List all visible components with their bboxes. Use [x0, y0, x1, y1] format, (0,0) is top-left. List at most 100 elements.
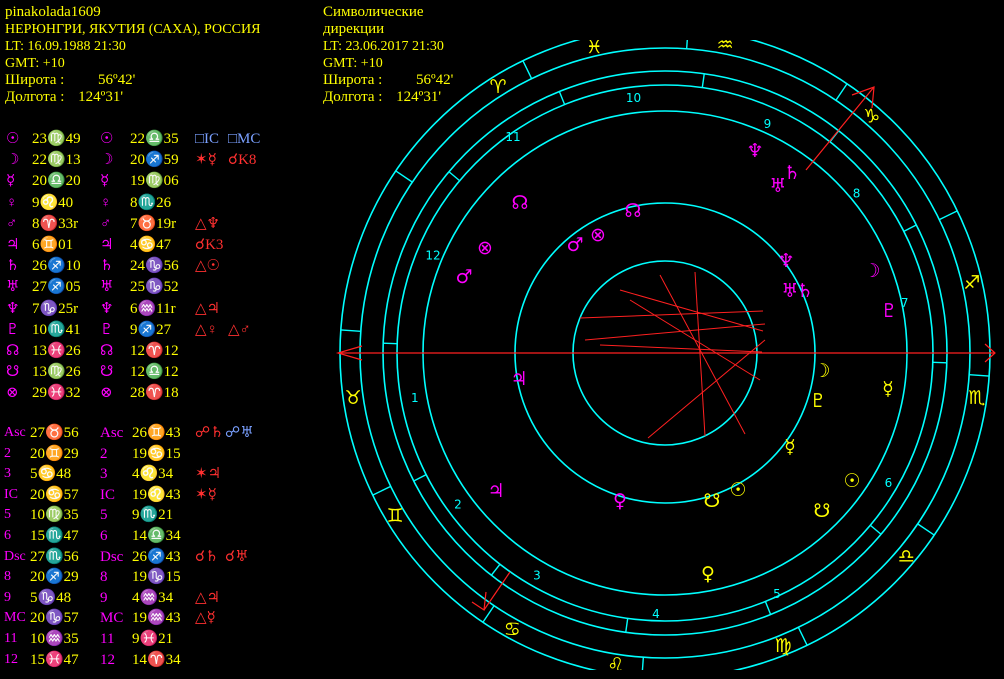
planet-glyph: ♂	[6, 215, 18, 232]
house-directed-cusp: 4♒34	[132, 589, 174, 606]
house-number: 9	[764, 117, 772, 131]
planet-glyph: ♀	[6, 194, 18, 211]
zodiac-boundary	[797, 626, 808, 646]
house-number: 3	[533, 569, 541, 583]
planet-glyph: ⊗	[6, 385, 19, 402]
planet-natal-position: 7♑25r	[32, 300, 79, 317]
house-natal-cusp: 27♏56	[30, 548, 79, 565]
aspect-glyph: □MC	[228, 131, 261, 147]
aspect-glyph: ☌K3	[195, 237, 224, 253]
house-label: 11	[4, 631, 18, 646]
house-label: 2	[4, 445, 11, 461]
directions-title-1: Символические	[323, 4, 424, 20]
house-cusp-tick	[448, 171, 461, 182]
planet-directed-position: 4♋47	[130, 237, 172, 253]
zodiac-boundary	[938, 210, 958, 221]
planet-directed-position: 6♒11r	[130, 300, 176, 317]
aspect-glyph: △☉	[195, 258, 220, 275]
house-label: 5	[4, 507, 11, 523]
south-node-natal-icon: ☋	[814, 500, 831, 522]
natal-local-time: LT: 16.09.1988 21:30	[5, 39, 126, 54]
house-natal-cusp: 15♏47	[30, 528, 79, 544]
aspect-glyph: ✶☿	[195, 152, 217, 169]
planet-natal-position: 6♊01	[32, 237, 74, 253]
astro-chart-window: pinakolada1609 НЕРЮНГРИ, ЯКУТИЯ (САХА), …	[0, 0, 1004, 679]
planet-glyph: ☊	[6, 343, 20, 359]
aspect-glyph: ✶☿	[195, 486, 217, 503]
planet-natal-position: 23♍49	[32, 131, 81, 147]
house-natal-cusp: 20♐29	[30, 569, 79, 586]
north-node-directed-icon: ☊	[625, 200, 642, 222]
sagittarius-sign-icon: ♐	[963, 272, 980, 294]
planet-glyph: ☽	[100, 152, 114, 169]
planet-directed-position: 8♏26	[130, 194, 172, 211]
house-label: MC	[4, 610, 26, 626]
house-number: 12	[425, 249, 440, 263]
house-number: 5	[773, 587, 781, 601]
house-natal-cusp: 27♉56	[30, 425, 79, 441]
planet-glyph: ♅	[100, 279, 114, 296]
planet-glyph: ♃	[6, 237, 20, 253]
house-label: 5	[100, 507, 108, 524]
planet-natal-position: 10♏41	[32, 321, 81, 338]
mars-directed-icon: ♂	[566, 234, 583, 256]
aspect-line	[579, 310, 764, 319]
planet-glyph: ☉	[6, 131, 20, 147]
house-directed-cusp: 19♋15	[132, 445, 181, 462]
mc-axis	[805, 86, 875, 171]
house-cusp-tick	[764, 601, 772, 615]
house-natal-cusp: 20♑57	[30, 610, 79, 627]
house-label: 8	[100, 569, 108, 586]
mars-natal-icon: ♂	[455, 266, 472, 288]
aspect-glyph: ☌♅	[225, 548, 249, 565]
house-natal-cusp: 20♊29	[30, 445, 79, 462]
aspect-glyph: △♃	[195, 300, 220, 317]
planet-directed-position: 20♐59	[130, 152, 179, 169]
house-label: 3	[100, 466, 108, 483]
house-label: Asc	[100, 425, 124, 441]
moon-natal-icon: ☽	[863, 260, 880, 282]
jupiter-natal-icon: ♃	[510, 368, 527, 390]
venus-natal-icon: ♀	[701, 563, 715, 585]
house-number: 4	[652, 607, 660, 621]
house-label: Asc	[4, 425, 26, 440]
house-label: IC	[100, 486, 115, 503]
house-directed-cusp: 19♌43	[132, 486, 181, 503]
scorpio-sign-icon: ♏	[968, 387, 985, 409]
planet-directed-position: 9♐27	[130, 321, 172, 338]
zodiac-boundary	[340, 329, 361, 333]
jupiter-directed-icon: ♃	[487, 480, 504, 502]
zodiac-boundary	[641, 657, 645, 670]
planet-directed-position: 12♎12	[130, 364, 179, 381]
house-natal-cusp: 10♍35	[30, 507, 79, 524]
aspect-line	[647, 339, 766, 439]
planet-natal-position: 29♓32	[32, 385, 81, 402]
house-directed-cusp: 14♈34	[132, 651, 181, 668]
planet-directed-position: 22♎35	[130, 131, 179, 147]
house-label: 6	[100, 528, 108, 544]
pluto-natal-icon: ♇	[880, 300, 897, 322]
house-label: Dsc	[4, 548, 26, 564]
planet-glyph: ♆	[6, 300, 20, 317]
planet-glyph: ♅	[6, 279, 20, 296]
planet-glyph: ☊	[100, 343, 114, 359]
neptune-inner-icon: ♆	[777, 250, 794, 272]
natal-lat-value: 56º42'	[98, 72, 136, 88]
chart-wheel: ♈♉♊♋♌♍♎♏♐♑♒♓123456789101112♆♅♄☊⊗♂☊♂ ⊗♆♅♄☽…	[335, 40, 996, 670]
planet-natal-position: 22♍13	[32, 152, 81, 169]
aspect-line	[694, 271, 706, 437]
aquarius-sign-icon: ♒	[717, 40, 734, 56]
zodiac-boundary	[835, 83, 848, 101]
planet-natal-position: 8♈33r	[32, 215, 79, 232]
sun-natal-icon: ☉	[843, 470, 860, 492]
house-label: Dsc	[100, 548, 124, 565]
aspect-glyph: △♆	[195, 215, 220, 232]
house-number: 1	[411, 391, 419, 405]
cancer-sign-icon: ♋	[504, 619, 521, 641]
house-directed-cusp: 9♏21	[132, 507, 174, 524]
house-number: 7	[901, 296, 909, 310]
zodiac-boundary	[522, 60, 533, 80]
saturn-inner-icon: ♄	[796, 280, 813, 302]
sun-directed-icon: ☉	[729, 479, 746, 501]
house-natal-cusp: 15♓47	[30, 651, 79, 668]
